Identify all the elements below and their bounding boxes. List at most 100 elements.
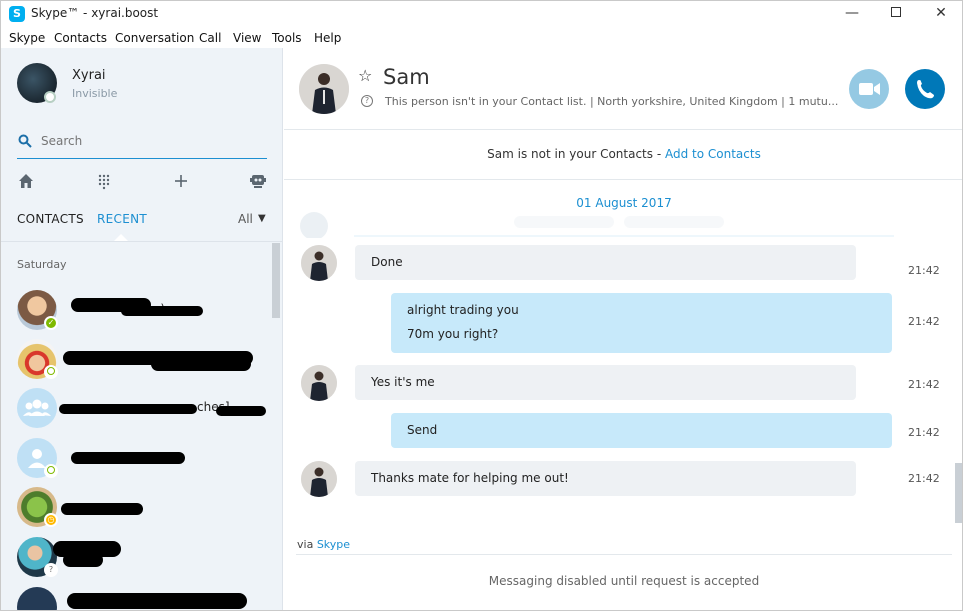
search-underline xyxy=(17,158,267,159)
message-bubble-outgoing[interactable]: alright trading you 70m you right? xyxy=(391,293,892,353)
person-photo xyxy=(301,245,337,281)
conversation-subtitle: This person isn't in your Contact list. … xyxy=(385,95,839,108)
message-bubble-incoming[interactable]: Yes it's me xyxy=(355,365,856,400)
contact-request-notice: Sam is not in your Contacts - Add to Con… xyxy=(284,147,962,161)
via-prefix: via xyxy=(297,538,317,551)
menu-bar: Skype Contacts Conversation Call View To… xyxy=(1,28,962,48)
favorite-star-icon[interactable]: ☆ xyxy=(358,66,372,85)
message-text: Yes it's me xyxy=(371,375,435,389)
person-photo xyxy=(301,461,337,497)
message-bubble-incoming[interactable]: Done xyxy=(355,245,856,280)
group-icon xyxy=(23,399,51,416)
sidebar-scrollbar[interactable] xyxy=(272,243,280,318)
add-icon[interactable] xyxy=(172,172,190,190)
message-avatar[interactable] xyxy=(301,365,337,401)
redaction-mark xyxy=(216,406,266,416)
message-bubble-outgoing[interactable]: Send xyxy=(391,413,892,448)
redaction-mark xyxy=(63,553,103,567)
video-call-button[interactable] xyxy=(849,69,889,109)
person-photo xyxy=(299,64,349,114)
audio-call-button[interactable] xyxy=(905,69,945,109)
message-text: Done xyxy=(371,255,403,269)
date-separator: 01 August 2017 xyxy=(576,196,672,210)
redaction-mark xyxy=(61,503,143,515)
menu-help[interactable]: Help xyxy=(314,31,341,45)
phone-icon xyxy=(917,80,934,99)
message-time: 21:42 xyxy=(908,264,940,277)
message-avatar[interactable] xyxy=(301,245,337,281)
contact-avatar xyxy=(17,388,57,428)
skype-logo-icon: S xyxy=(9,6,25,22)
video-camera-icon xyxy=(859,83,880,95)
sidebar: Xyrai Invisible Search CONTACTS RECENT A… xyxy=(1,48,283,610)
recent-group-header: Saturday xyxy=(17,258,67,271)
conversation-name[interactable]: Sam xyxy=(383,65,430,89)
contact-row[interactable] xyxy=(1,585,271,610)
redaction-mark xyxy=(59,404,197,414)
redaction-mark xyxy=(151,357,251,371)
menu-tools[interactable]: Tools xyxy=(272,31,302,45)
message-bubble-incoming[interactable]: Thanks mate for helping me out! xyxy=(355,461,856,496)
close-button[interactable]: ✕ xyxy=(918,3,962,25)
person-photo xyxy=(301,365,337,401)
status-online-icon: ✓ xyxy=(44,316,58,330)
tabs-divider xyxy=(1,241,282,242)
bot-icon[interactable] xyxy=(249,172,267,190)
conversation-pane: ☆ Sam ? This person isn't in your Contac… xyxy=(284,48,962,610)
add-to-contacts-link[interactable]: Add to Contacts xyxy=(665,147,761,161)
tab-contacts[interactable]: CONTACTS xyxy=(17,212,84,226)
redaction-mark xyxy=(67,593,247,609)
menu-conversation[interactable]: Conversation xyxy=(115,31,194,45)
header-divider xyxy=(284,129,962,130)
message-time: 21:42 xyxy=(908,378,940,391)
notice-divider xyxy=(284,179,962,180)
maximize-button[interactable] xyxy=(873,3,919,25)
contact-row[interactable]: ? xyxy=(1,535,271,583)
notice-text: Sam is not in your Contacts - xyxy=(487,147,665,161)
menu-view[interactable]: View xyxy=(233,31,261,45)
message-text: Send xyxy=(407,423,438,437)
conversation-avatar[interactable] xyxy=(299,64,349,114)
contact-row[interactable] xyxy=(1,436,271,484)
message-time: 21:42 xyxy=(908,315,940,328)
tab-recent[interactable]: RECENT xyxy=(97,212,147,226)
faded-history-row xyxy=(300,212,894,238)
status-away-icon: ◷ xyxy=(44,513,58,527)
contact-row[interactable]: ✓ e) xyxy=(1,288,271,336)
profile-status-text[interactable]: Invisible xyxy=(72,87,117,100)
home-icon[interactable] xyxy=(17,172,35,190)
footer-divider xyxy=(296,554,952,555)
filter-dropdown[interactable]: All xyxy=(238,212,253,226)
window-title: Skype™ - xyrai.boost xyxy=(31,6,159,20)
messaging-disabled-notice: Messaging disabled until request is acce… xyxy=(488,574,760,588)
contact-row[interactable]: ches],... xyxy=(1,386,271,434)
contact-row[interactable]: ooua xyxy=(1,337,271,385)
status-online-icon xyxy=(44,464,58,478)
status-unknown-icon: ? xyxy=(44,563,58,577)
search-icon xyxy=(18,134,32,148)
info-icon: ? xyxy=(361,95,373,107)
message-text: Thanks mate for helping me out! xyxy=(371,471,569,485)
contact-avatar xyxy=(17,587,57,610)
contact-row[interactable]: ◷ xyxy=(1,485,271,533)
via-skype-link[interactable]: Skype xyxy=(317,538,350,551)
status-online-icon xyxy=(44,365,58,379)
maximize-icon xyxy=(891,7,901,17)
title-bar: S Skype™ - xyrai.boost — ✕ xyxy=(1,1,962,27)
redaction-mark xyxy=(121,306,203,316)
profile-name[interactable]: Xyrai xyxy=(72,68,106,83)
message-time: 21:42 xyxy=(908,426,940,439)
message-avatar[interactable] xyxy=(301,461,337,497)
menu-skype[interactable]: Skype xyxy=(9,31,45,45)
chevron-down-icon[interactable]: ▼ xyxy=(258,213,266,224)
profile-status-indicator xyxy=(44,91,56,103)
minimize-button[interactable]: — xyxy=(829,3,875,25)
menu-call[interactable]: Call xyxy=(199,31,221,45)
redaction-mark xyxy=(71,452,185,464)
search-input[interactable] xyxy=(41,131,261,151)
dialpad-icon[interactable] xyxy=(95,172,113,190)
conversation-scrollbar[interactable] xyxy=(955,463,962,523)
menu-contacts[interactable]: Contacts xyxy=(54,31,107,45)
message-text: 70m you right? xyxy=(407,327,499,341)
via-label: via Skype xyxy=(297,538,350,551)
